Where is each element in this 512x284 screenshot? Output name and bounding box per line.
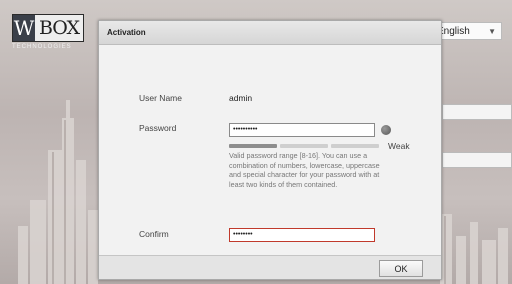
- activation-dialog: Activation User Name admin Password ••••…: [98, 20, 442, 280]
- dialog-footer: OK: [99, 255, 441, 279]
- strength-segment-3: [331, 144, 379, 148]
- logo-wordmark: BOX: [35, 15, 83, 41]
- confirm-password-field[interactable]: ••••••••: [229, 228, 375, 242]
- strength-segment-1: [229, 144, 277, 148]
- password-label: Password: [139, 123, 177, 133]
- background-login-field-2: [442, 152, 512, 168]
- dialog-body: User Name admin Password •••••••••• Weak…: [99, 45, 441, 255]
- brand-logo: W BOX TECHNOLOGIES: [12, 14, 102, 58]
- logo-subtitle: TECHNOLOGIES: [12, 44, 72, 50]
- password-status-icon: [381, 125, 391, 135]
- language-select[interactable]: English ▼: [436, 22, 502, 40]
- ok-button[interactable]: OK: [379, 260, 423, 277]
- logo-letter: W: [13, 15, 35, 41]
- password-field[interactable]: ••••••••••: [229, 123, 375, 137]
- logo-mark: W BOX: [12, 14, 84, 42]
- background-login-field-1: [442, 104, 512, 120]
- password-strength-meter: Weak: [229, 141, 410, 151]
- username-label: User Name: [139, 93, 182, 103]
- strength-segment-2: [280, 144, 328, 148]
- strength-label: Weak: [388, 141, 410, 151]
- chevron-down-icon: ▼: [488, 26, 496, 36]
- username-value: admin: [229, 93, 253, 103]
- password-hint: Valid password range [8-16]. You can use…: [229, 151, 380, 189]
- confirm-label: Confirm: [139, 229, 169, 239]
- dialog-title: Activation: [99, 21, 441, 45]
